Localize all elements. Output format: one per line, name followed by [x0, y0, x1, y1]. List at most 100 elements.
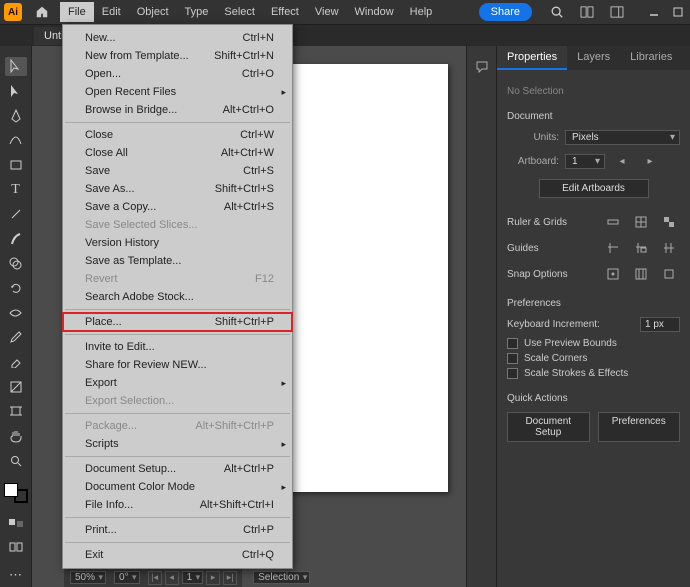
- snap-point-icon[interactable]: [602, 264, 624, 284]
- preferences-button[interactable]: Preferences: [598, 412, 681, 442]
- menu-item-exit[interactable]: ExitCtrl+Q: [63, 546, 292, 564]
- menu-item-save-copy[interactable]: Save a Copy...Alt+Ctrl+S: [63, 198, 292, 216]
- quick-actions-label: Quick Actions: [507, 393, 680, 404]
- zoom-level[interactable]: 50%: [70, 571, 106, 584]
- zoom-tool[interactable]: [5, 451, 27, 470]
- edit-toolbar-button[interactable]: ⋯: [5, 566, 27, 585]
- artboard-tool[interactable]: [5, 402, 27, 421]
- selection-tool[interactable]: [5, 57, 27, 76]
- grid-icon[interactable]: [630, 212, 652, 232]
- tab-properties[interactable]: Properties: [497, 46, 567, 70]
- menu-item-search-stock[interactable]: Search Adobe Stock...: [63, 288, 292, 306]
- menu-item-document-setup[interactable]: Document Setup...Alt+Ctrl+P: [63, 460, 292, 478]
- paintbrush-tool[interactable]: [5, 229, 27, 248]
- menu-view[interactable]: View: [307, 2, 347, 22]
- menu-item-invite-edit[interactable]: Invite to Edit...: [63, 338, 292, 356]
- rotate-view[interactable]: 0°: [114, 571, 140, 584]
- menu-item-new[interactable]: New...Ctrl+N: [63, 29, 292, 47]
- artboard-1[interactable]: [278, 64, 448, 492]
- maximize-button[interactable]: [666, 1, 690, 23]
- artboard-nav[interactable]: |◂ ◂ 1 ▸ ▸|: [148, 571, 238, 585]
- menu-item-version-history[interactable]: Version History: [63, 234, 292, 252]
- use-preview-bounds-checkbox[interactable]: Use Preview Bounds: [507, 338, 680, 349]
- properties-panel: Properties Layers Libraries No Selection…: [496, 46, 690, 587]
- draw-mode-icon[interactable]: [5, 538, 27, 557]
- document-setup-button[interactable]: Document Setup: [507, 412, 590, 442]
- menu-type[interactable]: Type: [177, 2, 217, 22]
- lock-guides-icon[interactable]: [630, 238, 652, 258]
- menu-file[interactable]: File: [60, 2, 94, 22]
- smart-guides-icon[interactable]: [658, 238, 680, 258]
- scale-strokes-checkbox[interactable]: Scale Strokes & Effects: [507, 368, 680, 379]
- preferences-label: Preferences: [507, 298, 680, 309]
- rectangle-tool[interactable]: [5, 156, 27, 175]
- menu-effect[interactable]: Effect: [263, 2, 307, 22]
- first-artboard-icon[interactable]: |◂: [148, 571, 162, 585]
- snap-grid-icon[interactable]: [630, 264, 652, 284]
- menu-item-open[interactable]: Open...Ctrl+O: [63, 65, 292, 83]
- menu-window[interactable]: Window: [347, 2, 402, 22]
- menu-item-close-all[interactable]: Close AllAlt+Ctrl+W: [63, 144, 292, 162]
- menu-item-save-as[interactable]: Save As...Shift+Ctrl+S: [63, 180, 292, 198]
- menu-item-open-recent[interactable]: Open Recent Files▸: [63, 83, 292, 101]
- line-tool[interactable]: [5, 205, 27, 224]
- prev-artboard-icon[interactable]: ◂: [165, 571, 179, 585]
- scale-corners-checkbox[interactable]: Scale Corners: [507, 353, 680, 364]
- rotate-tool[interactable]: [5, 279, 27, 298]
- workspace-icon[interactable]: [606, 1, 628, 23]
- home-icon[interactable]: [32, 2, 52, 22]
- kb-increment-input[interactable]: [640, 317, 680, 332]
- pen-tool[interactable]: [5, 106, 27, 125]
- units-select[interactable]: Pixels: [565, 130, 680, 145]
- edit-artboards-button[interactable]: Edit Artboards: [539, 179, 649, 198]
- next-artboard-icon[interactable]: ▸: [639, 151, 661, 171]
- eyedropper-tool[interactable]: [5, 328, 27, 347]
- prev-artboard-icon[interactable]: ◂: [611, 151, 633, 171]
- status-selection[interactable]: Selection: [253, 571, 310, 584]
- panel-tabs: Properties Layers Libraries: [497, 46, 690, 70]
- artboard-select[interactable]: 1: [565, 154, 605, 169]
- menu-item-save[interactable]: SaveCtrl+S: [63, 162, 292, 180]
- shape-builder-tool[interactable]: [5, 254, 27, 273]
- menu-item-share-review[interactable]: Share for Review NEW...: [63, 356, 292, 374]
- minimize-button[interactable]: [642, 1, 666, 23]
- menu-item-export[interactable]: Export▸: [63, 374, 292, 392]
- eraser-tool[interactable]: [5, 353, 27, 372]
- color-mode-icon[interactable]: [5, 513, 27, 532]
- snap-pixel-icon[interactable]: [658, 264, 680, 284]
- menu-item-file-info[interactable]: File Info...Alt+Shift+Ctrl+I: [63, 496, 292, 514]
- fill-stroke-indicator[interactable]: [4, 483, 28, 503]
- menu-item-browse-bridge[interactable]: Browse in Bridge...Alt+Ctrl+O: [63, 101, 292, 119]
- units-label: Units:: [507, 132, 559, 143]
- menu-object[interactable]: Object: [129, 2, 177, 22]
- last-artboard-icon[interactable]: ▸|: [223, 571, 237, 585]
- app-logo: Ai: [4, 3, 22, 21]
- menu-item-new-from-template[interactable]: New from Template...Shift+Ctrl+N: [63, 47, 292, 65]
- gradient-tool[interactable]: [5, 377, 27, 396]
- menu-item-print[interactable]: Print...Ctrl+P: [63, 521, 292, 539]
- width-tool[interactable]: [5, 303, 27, 322]
- show-guides-icon[interactable]: [602, 238, 624, 258]
- ruler-icon[interactable]: [602, 212, 624, 232]
- menu-help[interactable]: Help: [402, 2, 441, 22]
- tab-libraries[interactable]: Libraries: [620, 46, 682, 70]
- next-artboard-icon[interactable]: ▸: [206, 571, 220, 585]
- share-button[interactable]: Share: [479, 3, 532, 21]
- arrange-documents-icon[interactable]: [576, 1, 598, 23]
- menu-item-save-template[interactable]: Save as Template...: [63, 252, 292, 270]
- menu-item-scripts[interactable]: Scripts▸: [63, 435, 292, 453]
- transparency-grid-icon[interactable]: [658, 212, 680, 232]
- comments-panel-icon[interactable]: [471, 56, 493, 78]
- menu-edit[interactable]: Edit: [94, 2, 129, 22]
- direct-selection-tool[interactable]: [5, 82, 27, 101]
- hand-tool[interactable]: [5, 427, 27, 446]
- menu-item-color-mode[interactable]: Document Color Mode▸: [63, 478, 292, 496]
- curvature-tool[interactable]: [5, 131, 27, 150]
- snap-options-label: Snap Options: [507, 269, 568, 280]
- search-icon[interactable]: [546, 1, 568, 23]
- menu-item-close[interactable]: CloseCtrl+W: [63, 126, 292, 144]
- menu-item-place[interactable]: Place...Shift+Ctrl+P: [63, 313, 292, 331]
- tab-layers[interactable]: Layers: [567, 46, 620, 70]
- menu-select[interactable]: Select: [216, 2, 263, 22]
- type-tool[interactable]: T: [5, 180, 27, 199]
